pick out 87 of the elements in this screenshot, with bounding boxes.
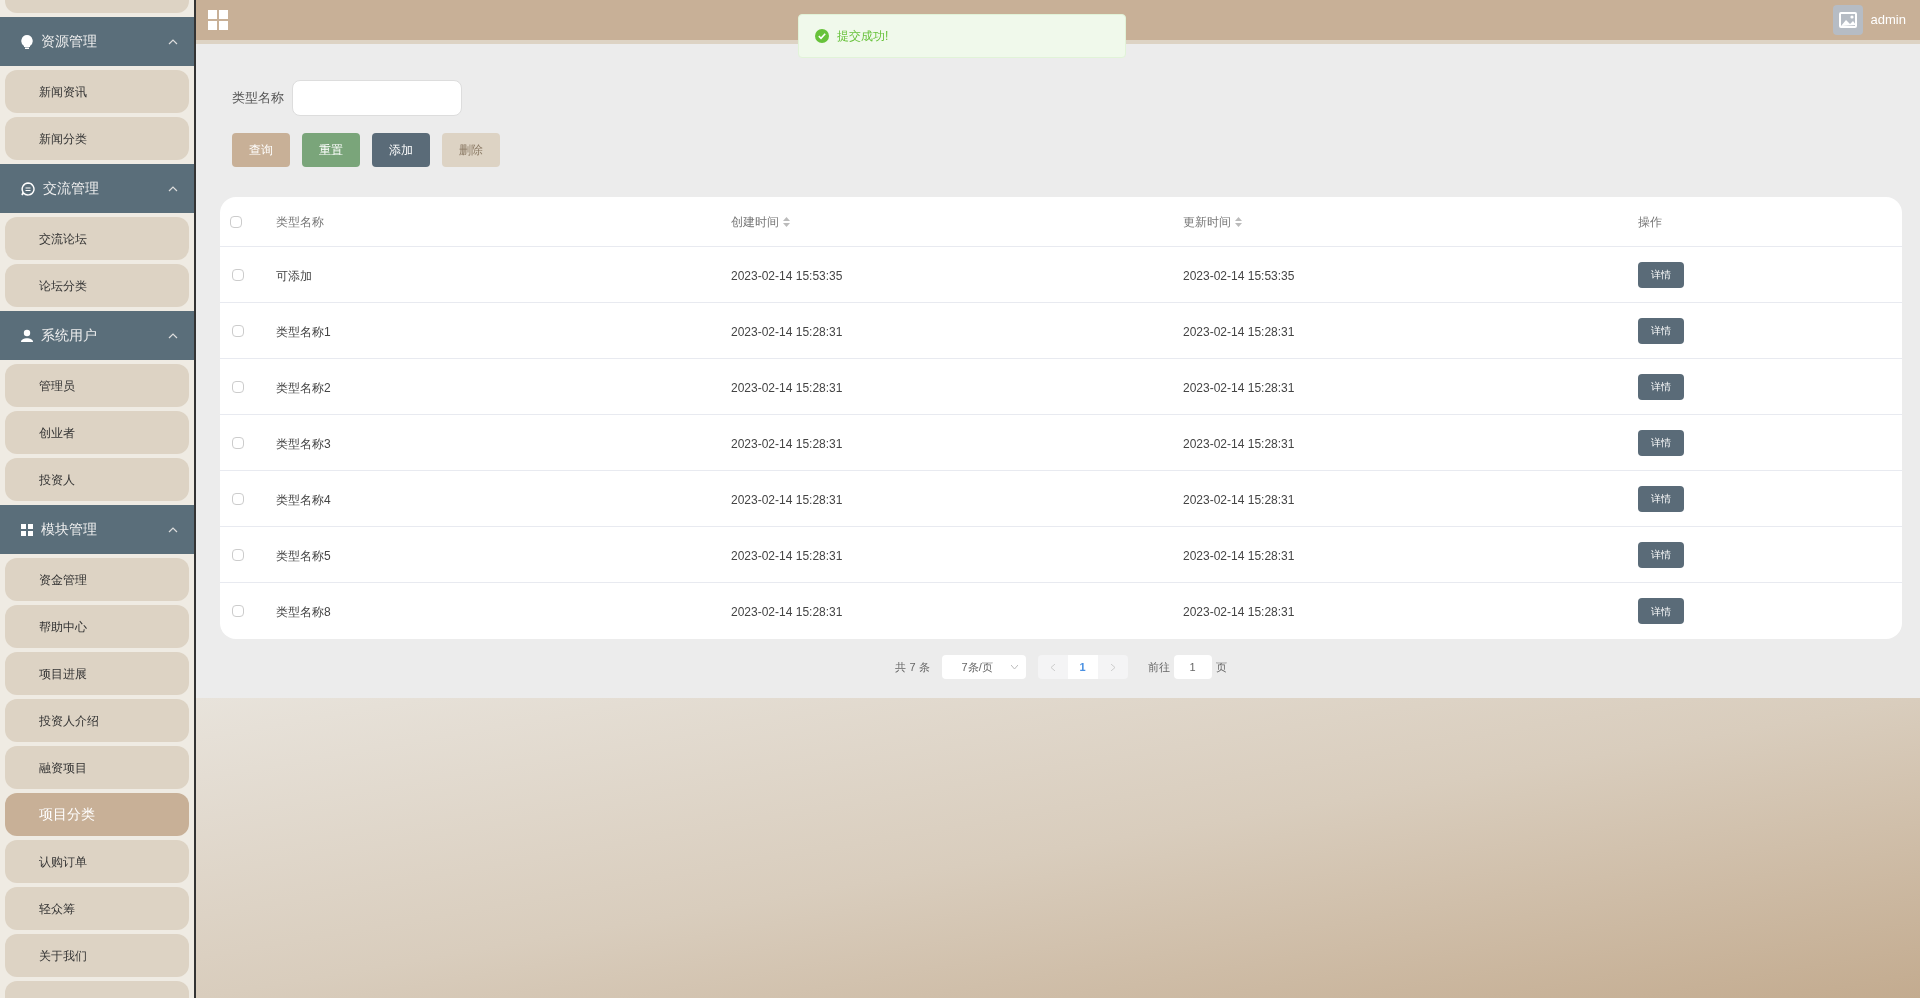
table-cell: 2023-02-14 15:28:31 — [731, 324, 843, 339]
table-cell: 类型名称5 — [276, 548, 331, 563]
sidebar-item[interactable]: 资金管理 — [5, 558, 189, 601]
sort-icon[interactable] — [783, 216, 790, 227]
menu-group-header[interactable]: 交流管理 — [0, 164, 194, 213]
sidebar-item[interactable]: 投资人 — [5, 458, 189, 501]
detail-button[interactable]: 详情 — [1638, 317, 1684, 344]
table-cell: 2023-02-14 15:28:31 — [731, 548, 843, 563]
page-unit-label: 页 — [1215, 659, 1227, 675]
grid-icon — [21, 523, 33, 536]
detail-button[interactable]: 详情 — [1638, 261, 1684, 288]
table-cell: 类型名称4 — [276, 492, 331, 507]
table-cell: 2023-02-14 15:53:35 — [731, 268, 843, 283]
page-button[interactable]: 1 — [1067, 655, 1098, 679]
menu-group-header[interactable]: 资源管理 — [0, 17, 194, 66]
chevron-left-icon — [1050, 663, 1055, 671]
sidebar-item[interactable]: 帮助中心 — [5, 605, 189, 648]
sidebar-item[interactable]: 认购订单 — [5, 840, 189, 883]
checkbox[interactable] — [232, 324, 244, 337]
chat-icon — [21, 181, 35, 196]
table-cell: 2023-02-14 15:28:31 — [1183, 380, 1295, 395]
table-cell: 2023-02-14 15:28:31 — [731, 380, 843, 395]
sidebar-item[interactable]: 交流论坛 — [5, 217, 189, 260]
column-header: 操作 — [1638, 213, 1662, 231]
table-cell: 2023-02-14 15:28:31 — [731, 605, 843, 619]
group-title: 模块管理 — [41, 520, 98, 539]
group-title: 系统用户 — [41, 326, 98, 345]
checkbox[interactable] — [232, 380, 244, 393]
chevron-down-icon — [1010, 665, 1018, 669]
sidebar-item[interactable]: 创业者 — [5, 411, 189, 454]
add-button[interactable]: 添加 — [372, 133, 430, 167]
table-cell: 类型名称8 — [276, 605, 331, 619]
detail-button[interactable]: 详情 — [1638, 598, 1684, 625]
table-cell: 2023-02-14 15:28:31 — [731, 436, 843, 451]
table-cell: 2023-02-14 15:28:31 — [731, 492, 843, 507]
checkbox[interactable] — [230, 215, 242, 228]
toast-text: 提交成功! — [837, 28, 889, 45]
detail-button[interactable]: 详情 — [1638, 373, 1684, 400]
field-label: 类型名称 — [232, 89, 284, 108]
table-cell: 2023-02-14 15:28:31 — [1183, 605, 1295, 619]
sidebar-item[interactable] — [5, 0, 189, 13]
sidebar-item[interactable]: 新闻资讯 — [5, 70, 189, 113]
table-cell: 2023-02-14 15:53:35 — [1183, 268, 1295, 283]
column-header[interactable]: 更新时间 — [1183, 212, 1242, 231]
page-size-select[interactable]: 7条/页 — [941, 655, 1026, 679]
grid-icon[interactable] — [208, 10, 228, 30]
group-title: 交流管理 — [43, 179, 100, 198]
detail-button[interactable]: 详情 — [1638, 429, 1684, 456]
sidebar-item[interactable]: 新闻分类 — [5, 117, 189, 160]
group-title: 资源管理 — [41, 32, 98, 51]
sidebar-item[interactable]: 论坛分类 — [5, 264, 189, 307]
table-cell: 2023-02-14 15:28:31 — [1183, 324, 1295, 339]
sidebar-item[interactable]: 关于我们 — [5, 934, 189, 977]
table-cell: 类型名称2 — [276, 380, 331, 395]
avatar-icon[interactable] — [1832, 5, 1863, 35]
sidebar-item[interactable]: 项目进展 — [5, 652, 189, 695]
column-header[interactable]: 创建时间 — [731, 212, 790, 231]
table-cell: 2023-02-14 15:28:31 — [1183, 492, 1295, 507]
table-cell: 2023-02-14 15:28:31 — [1183, 548, 1295, 563]
checkbox[interactable] — [232, 492, 244, 505]
goto-label: 前往 — [1147, 659, 1170, 675]
check-circle-icon — [815, 29, 829, 43]
sidebar-item[interactable]: 融资项目 — [5, 746, 189, 789]
table-cell: 2023-02-14 15:28:31 — [1183, 436, 1295, 451]
column-header: 类型名称 — [276, 213, 324, 231]
sidebar-item[interactable]: 轻众筹 — [5, 887, 189, 930]
reset-button[interactable]: 重置 — [302, 133, 360, 167]
bulb-icon — [21, 34, 33, 49]
table-cell: 类型名称1 — [276, 324, 331, 339]
detail-button[interactable]: 详情 — [1638, 485, 1684, 512]
total-count: 共 7 条 — [895, 659, 930, 675]
checkbox[interactable] — [232, 605, 244, 617]
detail-button[interactable]: 详情 — [1638, 541, 1684, 568]
user-icon — [21, 329, 33, 342]
table-cell: 可添加 — [276, 268, 312, 283]
input-field[interactable] — [292, 80, 462, 116]
page-input-field[interactable]: 1 — [1173, 655, 1212, 679]
menu-group-header[interactable]: 模块管理 — [0, 505, 194, 554]
sidebar-item[interactable]: 管理员 — [5, 364, 189, 407]
table-cell: 类型名称3 — [276, 436, 331, 451]
checkbox[interactable] — [232, 548, 244, 561]
checkbox[interactable] — [232, 436, 244, 449]
sort-icon[interactable] — [1235, 216, 1242, 227]
menu-group-header[interactable]: 系统用户 — [0, 311, 194, 360]
sidebar-item[interactable]: 投资人介绍 — [5, 699, 189, 742]
checkbox[interactable] — [232, 268, 244, 281]
chevron-right-icon — [1110, 663, 1115, 671]
